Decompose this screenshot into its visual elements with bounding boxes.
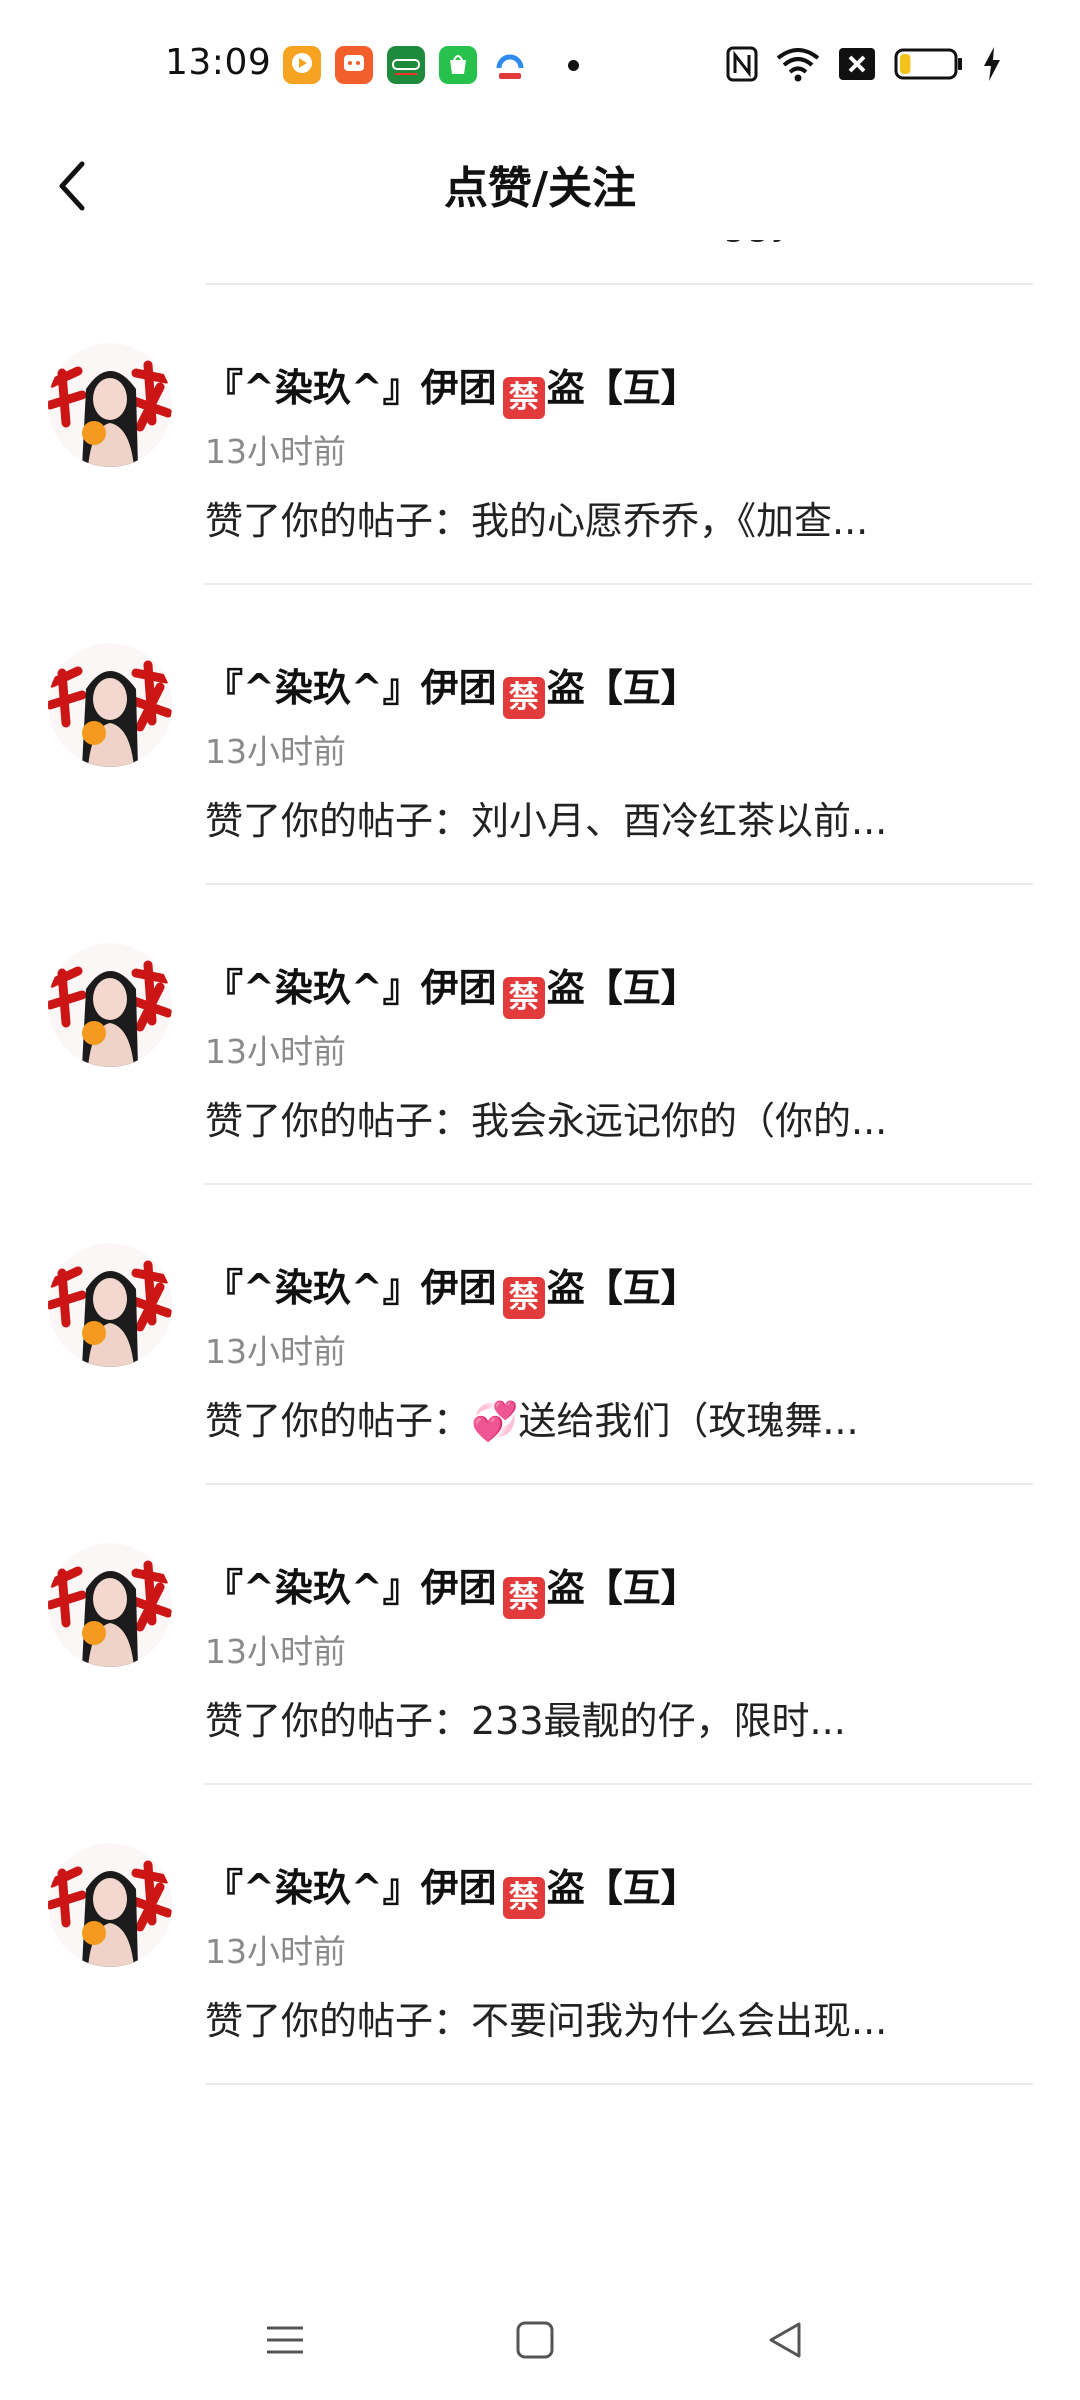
shopping-app-icon (335, 46, 373, 84)
avatar[interactable] (48, 943, 172, 1067)
wifi-icon (776, 46, 820, 86)
username-suffix: 盗【互】 (546, 1866, 699, 1910)
list-item[interactable]: 『^染玖^』伊团禁盗【互】 13小时前 赞了你的帖子：不要问我为什么会出现... (0, 1785, 1080, 2085)
username[interactable]: 『^染玖^』伊团禁盗【互】 (205, 657, 699, 719)
notification-app-icons (283, 46, 529, 84)
ban-badge-icon: 禁 (502, 1577, 545, 1619)
divider (205, 2083, 1033, 2085)
timestamp: 13小时前 (205, 1932, 346, 1971)
list-item[interactable]: 『^染玖^』伊团禁盗【互】 13小时前 赞了你的帖子：233最靓的仔，限时... (0, 1485, 1080, 1785)
username-suffix: 盗【互】 (546, 666, 699, 710)
liked-post-text[interactable]: 赞了你的帖子：233最靓的仔，限时... (205, 1690, 846, 1745)
system-navigation-bar (0, 2280, 1080, 2400)
timestamp: 13小时前 (205, 1332, 346, 1371)
ban-badge-icon: 禁 (502, 977, 545, 1019)
ban-badge-icon: 禁 (502, 677, 545, 719)
liked-post-text[interactable]: 赞了你的帖子：不要问我为什么会出现... (205, 1990, 887, 2045)
oppo-app-icon (387, 46, 425, 84)
username-suffix: 盗【互】 (546, 1266, 699, 1310)
username-text: 『^染玖^』伊团 (205, 666, 497, 710)
timestamp: 13小时前 (205, 732, 346, 771)
store-app-icon (439, 46, 477, 84)
avatar[interactable] (48, 1843, 172, 1967)
home-button[interactable] (485, 2298, 585, 2382)
ban-badge-icon: 禁 (502, 1277, 545, 1319)
timestamp: 13小时前 (205, 432, 346, 471)
list-item[interactable]: 『^染玖^』伊团禁盗【互】 13小时前 赞了你的帖子：刘小月、酉冷红茶以前... (0, 585, 1080, 885)
avatar[interactable] (48, 1243, 172, 1367)
username[interactable]: 『^染玖^』伊团禁盗【互】 (205, 1557, 699, 1619)
nfc-icon (726, 46, 758, 86)
avatar[interactable] (48, 643, 172, 767)
status-indicators (726, 46, 1002, 86)
ban-badge-icon: 禁 (502, 1877, 545, 1919)
username[interactable]: 『^染玖^』伊团禁盗【互】 (205, 357, 699, 419)
browser-app-icon (491, 46, 529, 84)
username-suffix: 盗【互】 (546, 366, 699, 410)
list-item[interactable]: 『^染玖^』伊团禁盗【互】 13小时前 赞了你的帖子：💞送给我们（玫瑰舞... (0, 1185, 1080, 1485)
back-triangle-icon (769, 2322, 801, 2358)
liked-post-text[interactable]: 赞了你的帖子：我的心愿乔乔，《加查... (205, 490, 868, 545)
list-item[interactable]: 『^染玖^』伊团禁盗【互】 13小时前 赞了你的帖子：蛋仔兑换码：eggy... (0, 240, 1080, 285)
username-text: 『^染玖^』伊团 (205, 966, 497, 1010)
username-text: 『^染玖^』伊团 (205, 1566, 497, 1610)
liked-post-text[interactable]: 赞了你的帖子：💞送给我们（玫瑰舞... (205, 1390, 859, 1445)
username[interactable]: 『^染玖^』伊团禁盗【互】 (205, 957, 699, 1019)
liked-post-text[interactable]: 赞了你的帖子：刘小月、酉冷红茶以前... (205, 790, 887, 845)
username[interactable]: 『^染玖^』伊团禁盗【互】 (205, 1857, 699, 1919)
charging-bolt-icon (982, 46, 1002, 86)
list-item[interactable]: 『^染玖^』伊团禁盗【互】 13小时前 赞了你的帖子：我会永远记你的（你的... (0, 885, 1080, 1185)
home-square-icon (516, 2321, 554, 2359)
ban-badge-icon: 禁 (502, 377, 545, 419)
liked-post-text[interactable]: 赞了你的帖子：我会永远记你的（你的... (205, 1090, 887, 1145)
menu-icon (267, 2326, 303, 2354)
avatar[interactable] (48, 343, 172, 467)
username-suffix: 盗【互】 (546, 966, 699, 1010)
timestamp: 13小时前 (205, 1632, 346, 1671)
recent-apps-button[interactable] (235, 2298, 335, 2382)
username-text: 『^染玖^』伊团 (205, 1866, 497, 1910)
no-sim-icon (838, 47, 876, 85)
page-header: 点赞/关注 (0, 130, 1080, 240)
status-time: 13:09 (165, 42, 272, 83)
username-text: 『^染玖^』伊团 (205, 1266, 497, 1310)
battery-icon (894, 46, 964, 86)
username-suffix: 盗【互】 (546, 1566, 699, 1610)
timestamp: 13小时前 (205, 1032, 346, 1071)
avatar[interactable] (48, 1543, 172, 1667)
system-back-button[interactable] (735, 2298, 835, 2382)
likes-follows-list[interactable]: 『^染玖^』伊团禁盗【互】 13小时前 赞了你的帖子：蛋仔兑换码：eggy...… (0, 240, 1080, 2280)
username[interactable]: 『^染玖^』伊团禁盗【互】 (205, 1257, 699, 1319)
more-notifications-dot (568, 60, 579, 71)
status-bar: 13:09 (0, 0, 1080, 130)
list-item[interactable]: 『^染玖^』伊团禁盗【互】 13小时前 赞了你的帖子：我的心愿乔乔，《加查... (0, 285, 1080, 585)
page-title: 点赞/关注 (443, 163, 637, 214)
video-app-icon (283, 46, 321, 84)
liked-post-text[interactable]: 赞了你的帖子：蛋仔兑换码：eggy... (205, 240, 824, 245)
username-text: 『^染玖^』伊团 (205, 366, 497, 410)
